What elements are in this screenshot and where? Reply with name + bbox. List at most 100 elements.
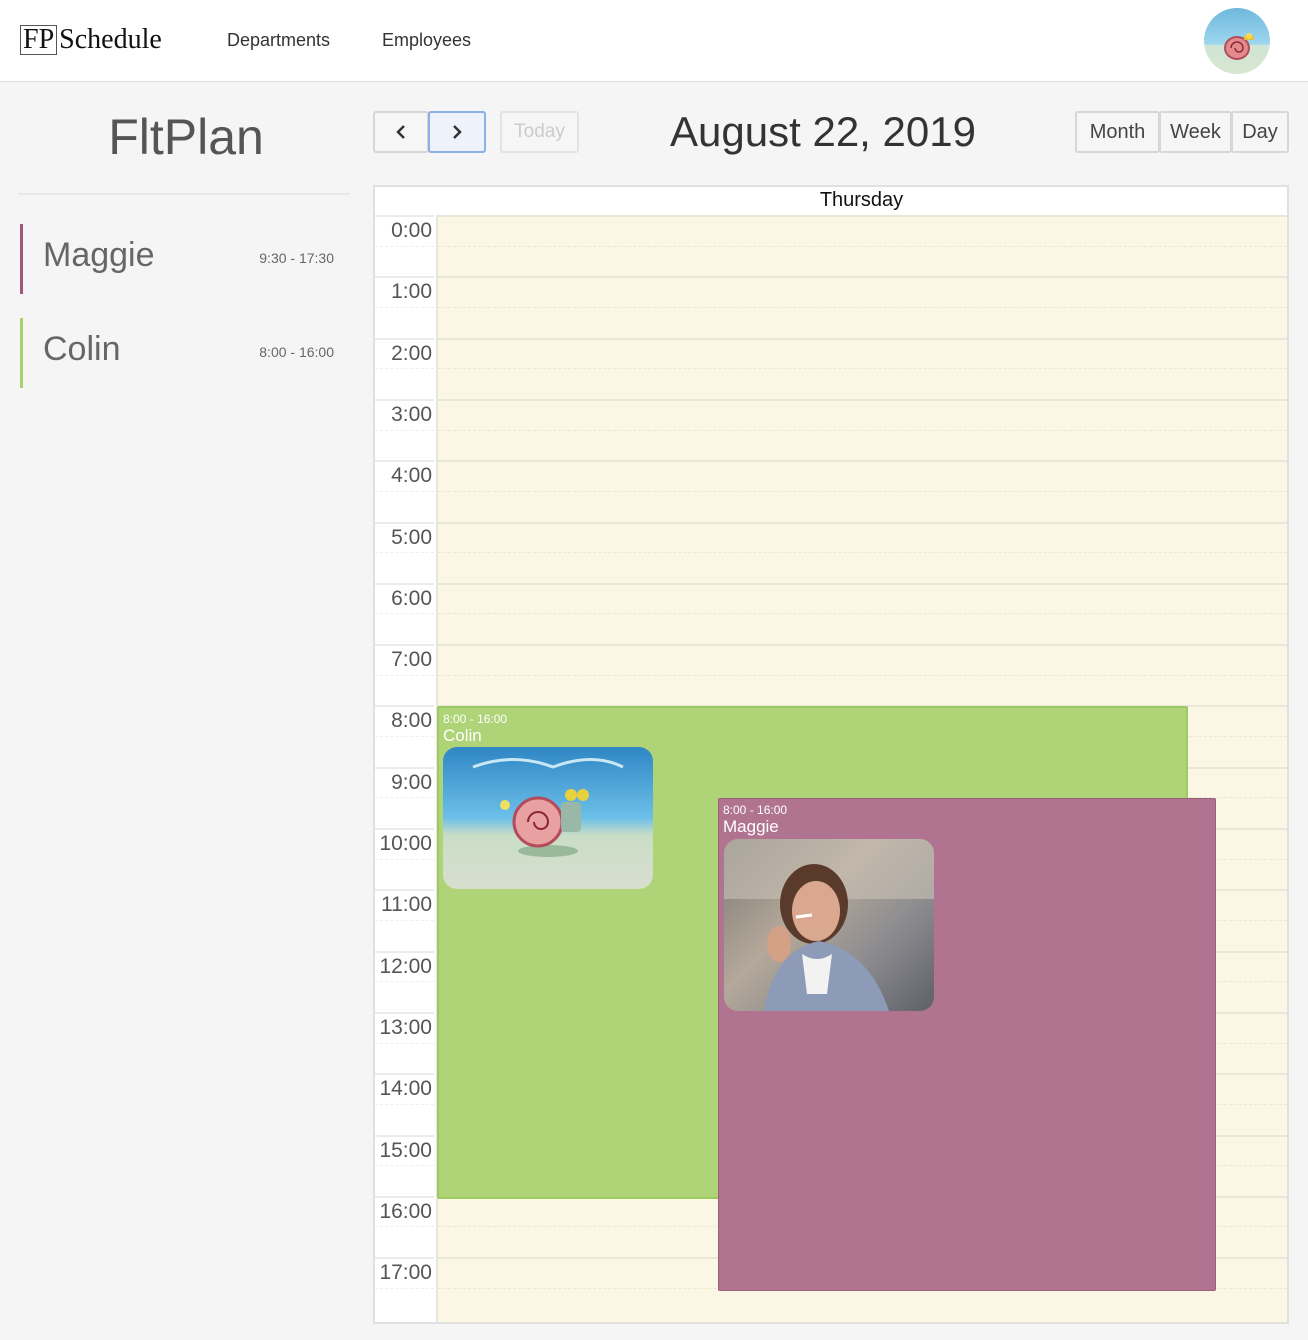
gutter-line (375, 245, 434, 247)
gutter-line (375, 1073, 434, 1076)
event-maggie[interactable]: 8:00 - 16:00 Maggie (718, 798, 1216, 1291)
slot-line (438, 490, 1287, 492)
gutter-line (375, 766, 434, 769)
gutter-line (375, 736, 434, 738)
maggie-gif-image (724, 839, 934, 1011)
hour-label: 2:00 (391, 341, 432, 365)
chevron-left-icon (396, 125, 405, 139)
gutter-line (375, 1195, 434, 1198)
colin-gif-image (443, 747, 653, 889)
gutter-line (375, 552, 434, 554)
gutter-line (375, 828, 434, 830)
today-button[interactable]: Today (500, 111, 579, 153)
gutter-line (375, 490, 434, 492)
slot-line (438, 521, 1287, 524)
hour-label: 12:00 (379, 954, 432, 978)
gutter-line (375, 1287, 434, 1289)
gutter-line (375, 306, 434, 308)
hour-label: 11:00 (381, 893, 432, 917)
gutter-line (375, 1103, 434, 1105)
gutter-line (375, 858, 434, 860)
time-gutter: 0:00 1:00 2:00 3:00 4:00 5:00 6:00 7:00 8:00 9:00… (375, 215, 436, 1322)
employee-item-maggie[interactable]: Maggie 9:30 - 17:30 (20, 224, 340, 294)
hour-label: 15:00 (379, 1138, 432, 1162)
gutter-line (375, 521, 434, 524)
logo-schedule: Schedule (59, 24, 162, 55)
event-time: 8:00 - 16:00 (443, 712, 508, 726)
slot-line (438, 306, 1287, 308)
day-column-header: Thursday (436, 187, 1287, 217)
hour-label: 14:00 (379, 1077, 432, 1101)
gutter-line (375, 1257, 434, 1260)
hour-label: 16:00 (379, 1199, 432, 1223)
view-week-button[interactable]: Week (1159, 111, 1232, 153)
sidebar-divider (18, 193, 350, 195)
hour-label: 1:00 (391, 280, 432, 304)
hour-label: 7:00 (391, 648, 432, 672)
hour-label: 0:00 (391, 219, 432, 242)
employee-name: Colin (43, 330, 121, 368)
nav-employees-link[interactable]: Employees (382, 30, 471, 51)
hour-label: 8:00 (391, 709, 432, 733)
gutter-line (375, 981, 434, 983)
current-date-title: August 22, 2019 (670, 108, 976, 155)
gutter-line (375, 460, 434, 463)
employee-hours: 9:30 - 17:30 (259, 250, 334, 266)
gutter-line (375, 919, 434, 921)
slot-line (438, 429, 1287, 431)
gutter-line (375, 1226, 434, 1228)
gutter-line (375, 368, 434, 370)
gutter-line (375, 276, 434, 279)
hour-label: 3:00 (391, 402, 432, 426)
gutter-line (375, 950, 434, 953)
gutter-line (375, 429, 434, 431)
slot-line (438, 337, 1287, 340)
slot-line (438, 245, 1287, 247)
hour-label: 10:00 (379, 832, 432, 855)
chevron-right-icon (453, 125, 462, 139)
event-title: Colin (443, 726, 482, 745)
gutter-line (375, 613, 434, 615)
top-navbar: FP Schedule Departments Employees (0, 0, 1308, 82)
gutter-line (375, 674, 434, 676)
hour-label: 9:00 (391, 770, 432, 794)
person-image-icon (724, 839, 934, 1011)
gutter-line (375, 644, 434, 647)
slot-line (438, 398, 1287, 401)
gutter-line (375, 1134, 434, 1137)
gutter-line (375, 1011, 434, 1014)
nav-departments-link[interactable]: Departments (227, 30, 330, 51)
prev-button[interactable] (373, 111, 429, 153)
slot-line (438, 552, 1287, 554)
employee-item-colin[interactable]: Colin 8:00 - 16:00 (20, 318, 340, 388)
slot-line (438, 460, 1287, 463)
app-logo[interactable]: FP Schedule (20, 24, 162, 56)
gutter-line (375, 705, 434, 708)
gutter-line (375, 1165, 434, 1167)
employee-hours: 8:00 - 16:00 (259, 344, 334, 360)
view-day-button[interactable]: Day (1231, 111, 1289, 153)
gutter-line (375, 582, 434, 585)
snail-avatar-icon (1224, 33, 1254, 60)
event-time: 8:00 - 16:00 (723, 803, 788, 817)
slot-line (438, 613, 1287, 615)
event-title: Maggie (723, 817, 779, 836)
view-month-button[interactable]: Month (1075, 111, 1160, 153)
slot-line (438, 674, 1287, 676)
hour-label: 6:00 (391, 586, 432, 610)
snail-image-icon (472, 758, 624, 857)
slot-line (438, 368, 1287, 370)
slot-line (438, 644, 1287, 647)
slot-line (438, 276, 1287, 279)
slot-line (438, 582, 1287, 585)
gutter-line (375, 337, 434, 340)
slot-line (438, 215, 1287, 217)
logo-fp: FP (20, 25, 58, 55)
employee-name: Maggie (43, 236, 155, 274)
hour-label: 4:00 (391, 464, 432, 488)
gutter-line (375, 889, 434, 892)
next-button[interactable] (428, 111, 486, 153)
gutter-line (375, 215, 434, 217)
hour-label: 5:00 (391, 525, 432, 549)
user-avatar[interactable] (1204, 8, 1270, 74)
